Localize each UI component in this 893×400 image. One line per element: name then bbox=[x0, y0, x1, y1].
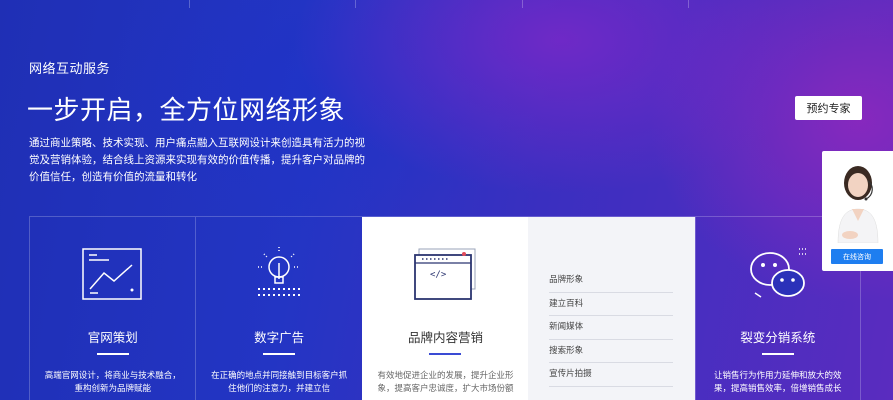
svg-text:</>: </> bbox=[430, 270, 447, 280]
divider bbox=[522, 0, 523, 8]
title-underline bbox=[429, 353, 462, 355]
hero-section: 网络互动服务 一步开启，全方位网络形象 通过商业策略、技术实现、用户痛点融入互联… bbox=[0, 0, 893, 400]
card-text: 在正确的地点并同接触到目标客户抓住他们的注意力，并建立信 bbox=[211, 371, 348, 394]
divider bbox=[688, 0, 689, 8]
card-text: 有效地促进企业的发展，提升企业形象，提高客户忠诚度，扩大市场份额 bbox=[377, 371, 514, 394]
card-brand-content[interactable]: </> 品牌内容营销 有效地促进企业的发展，提升企业形象，提高客户忠诚度，扩大市… bbox=[361, 217, 529, 400]
card-text: 高端官网设计，将商业与技术融合，重构创新为品牌赋能 bbox=[44, 371, 181, 394]
hero-description: 通过商业策略、技术实现、用户痛点融入互联网设计来创造具有活力的视觉及营销体验，结… bbox=[29, 137, 365, 183]
wechat-icon bbox=[749, 248, 807, 298]
service-cards: 官网策划 高端官网设计，将商业与技术融合，重构创新为品牌赋能 数字广告 在正确的… bbox=[29, 216, 861, 400]
submenu-item[interactable]: 品牌形象 bbox=[549, 269, 673, 293]
submenu-list: 品牌形象 建立百科 新闻媒体 搜索形象 宣传片拍摄 bbox=[549, 269, 673, 387]
lightbulb-icon bbox=[258, 247, 301, 296]
card-website-planning[interactable]: 官网策划 高端官网设计，将商业与技术融合，重构创新为品牌赋能 bbox=[29, 217, 195, 400]
submenu-item[interactable]: 宣传片拍摄 bbox=[549, 363, 673, 387]
online-consult-button[interactable]: 在线咨询 bbox=[831, 249, 883, 264]
card-title: 品牌内容营销 bbox=[407, 330, 483, 345]
card-title: 裂变分销系统 bbox=[740, 330, 816, 345]
card-digital-ads[interactable]: 数字广告 在正确的地点并同接触到目标客户抓住他们的注意力，并建立信 bbox=[195, 217, 361, 400]
card-text: 让销售行为作用力延伸和放大的效果，提高销售效率，倍增销售成长 bbox=[714, 371, 842, 394]
page-title: 一步开启，全方位网络形象 bbox=[27, 96, 346, 126]
customer-service-avatar-icon bbox=[837, 166, 879, 243]
card-title: 数字广告 bbox=[254, 330, 305, 345]
brand-content-submenu: 品牌形象 建立百科 新闻媒体 搜索形象 宣传片拍摄 bbox=[528, 217, 695, 400]
submenu-item[interactable]: 新闻媒体 bbox=[549, 316, 673, 340]
title-underline bbox=[263, 353, 296, 355]
title-underline bbox=[761, 353, 794, 355]
title-underline bbox=[96, 353, 129, 355]
divider bbox=[189, 0, 190, 8]
submenu-item[interactable]: 搜索形象 bbox=[549, 340, 673, 363]
submenu-item[interactable]: 建立百科 bbox=[549, 293, 673, 316]
card-title: 官网策划 bbox=[87, 330, 138, 345]
online-chat-widget[interactable]: 在线咨询 bbox=[822, 151, 893, 271]
chart-window-icon bbox=[81, 248, 142, 300]
book-expert-button[interactable]: 预约专家 bbox=[795, 96, 862, 120]
section-label: 网络互动服务 bbox=[29, 62, 111, 77]
code-window-icon: </> bbox=[414, 248, 476, 300]
divider bbox=[355, 0, 356, 8]
